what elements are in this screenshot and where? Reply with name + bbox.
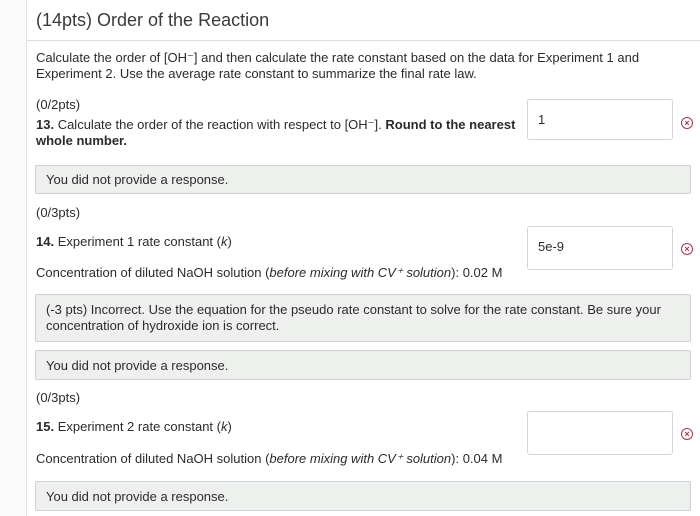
x-circle-icon: × <box>681 117 693 129</box>
question-panel: (14pts) Order of the Reaction Calculate … <box>26 0 700 516</box>
q13-number: 13. <box>36 117 55 132</box>
q13-bold-line2: whole number. <box>36 133 128 148</box>
q14-points: (0/3pts) <box>36 205 81 220</box>
x-circle-icon: × <box>681 243 693 255</box>
q14-number: 14. <box>36 234 55 249</box>
q15-conc-italic: before mixing with CV⁺ solution <box>269 451 452 466</box>
q14-conc-suffix: ): 0.02 M <box>451 265 503 280</box>
q14-feedback-response: You did not provide a response. <box>35 350 691 380</box>
q14-answer-field[interactable]: 5e-9 <box>527 226 673 270</box>
q13-prompt: 13. Calculate the order of the reaction … <box>36 117 516 133</box>
q14-conc-prefix: Concentration of diluted NaOH solution ( <box>36 265 270 280</box>
q15-text-end: ) <box>227 419 232 434</box>
q15-prompt: 15. Experiment 2 rate constant (k) <box>36 419 232 435</box>
q13-text: Calculate the order of the reaction with… <box>54 117 382 132</box>
q13-answer-field[interactable]: 1 <box>527 99 673 140</box>
q14-text: Experiment 1 rate constant ( <box>54 234 221 249</box>
q14-feedback-line-2: concentration of hydroxide ion is correc… <box>46 318 280 333</box>
q15-answer-field[interactable] <box>527 411 673 455</box>
q15-feedback: You did not provide a response. <box>35 481 691 511</box>
q14-conc-italic: before mixing with CV⁺ solution <box>269 265 452 280</box>
q15-conc-prefix: Concentration of diluted NaOH solution ( <box>36 451 270 466</box>
intro-line-2: Experiment 2. Use the average rate const… <box>36 66 477 81</box>
q14-concentration: Concentration of diluted NaOH solution (… <box>36 265 502 281</box>
x-circle-icon: × <box>681 428 693 440</box>
q14-text-end: ) <box>227 234 232 249</box>
q13-bold-tail: Round to the nearest <box>385 117 516 132</box>
q15-concentration: Concentration of diluted NaOH solution (… <box>36 451 502 467</box>
q15-conc-suffix: ): 0.04 M <box>451 451 503 466</box>
q15-text: Experiment 2 rate constant ( <box>54 419 221 434</box>
left-margin <box>0 0 26 516</box>
q14-prompt: 14. Experiment 1 rate constant (k) <box>36 234 232 250</box>
q13-feedback: You did not provide a response. <box>35 165 691 194</box>
page-title: (14pts) Order of the Reaction <box>36 10 270 30</box>
section-header: (14pts) Order of the Reaction <box>27 0 700 41</box>
q15-number: 15. <box>36 419 55 434</box>
q14-feedback-incorrect: (-3 pts) Incorrect. Use the equation for… <box>35 294 691 342</box>
intro-line-1: Calculate the order of [OH⁻] and then ca… <box>36 50 640 65</box>
q13-points: (0/2pts) <box>36 97 81 112</box>
q14-feedback-line-1: (-3 pts) Incorrect. Use the equation for… <box>46 302 661 317</box>
q15-points: (0/3pts) <box>36 390 81 405</box>
